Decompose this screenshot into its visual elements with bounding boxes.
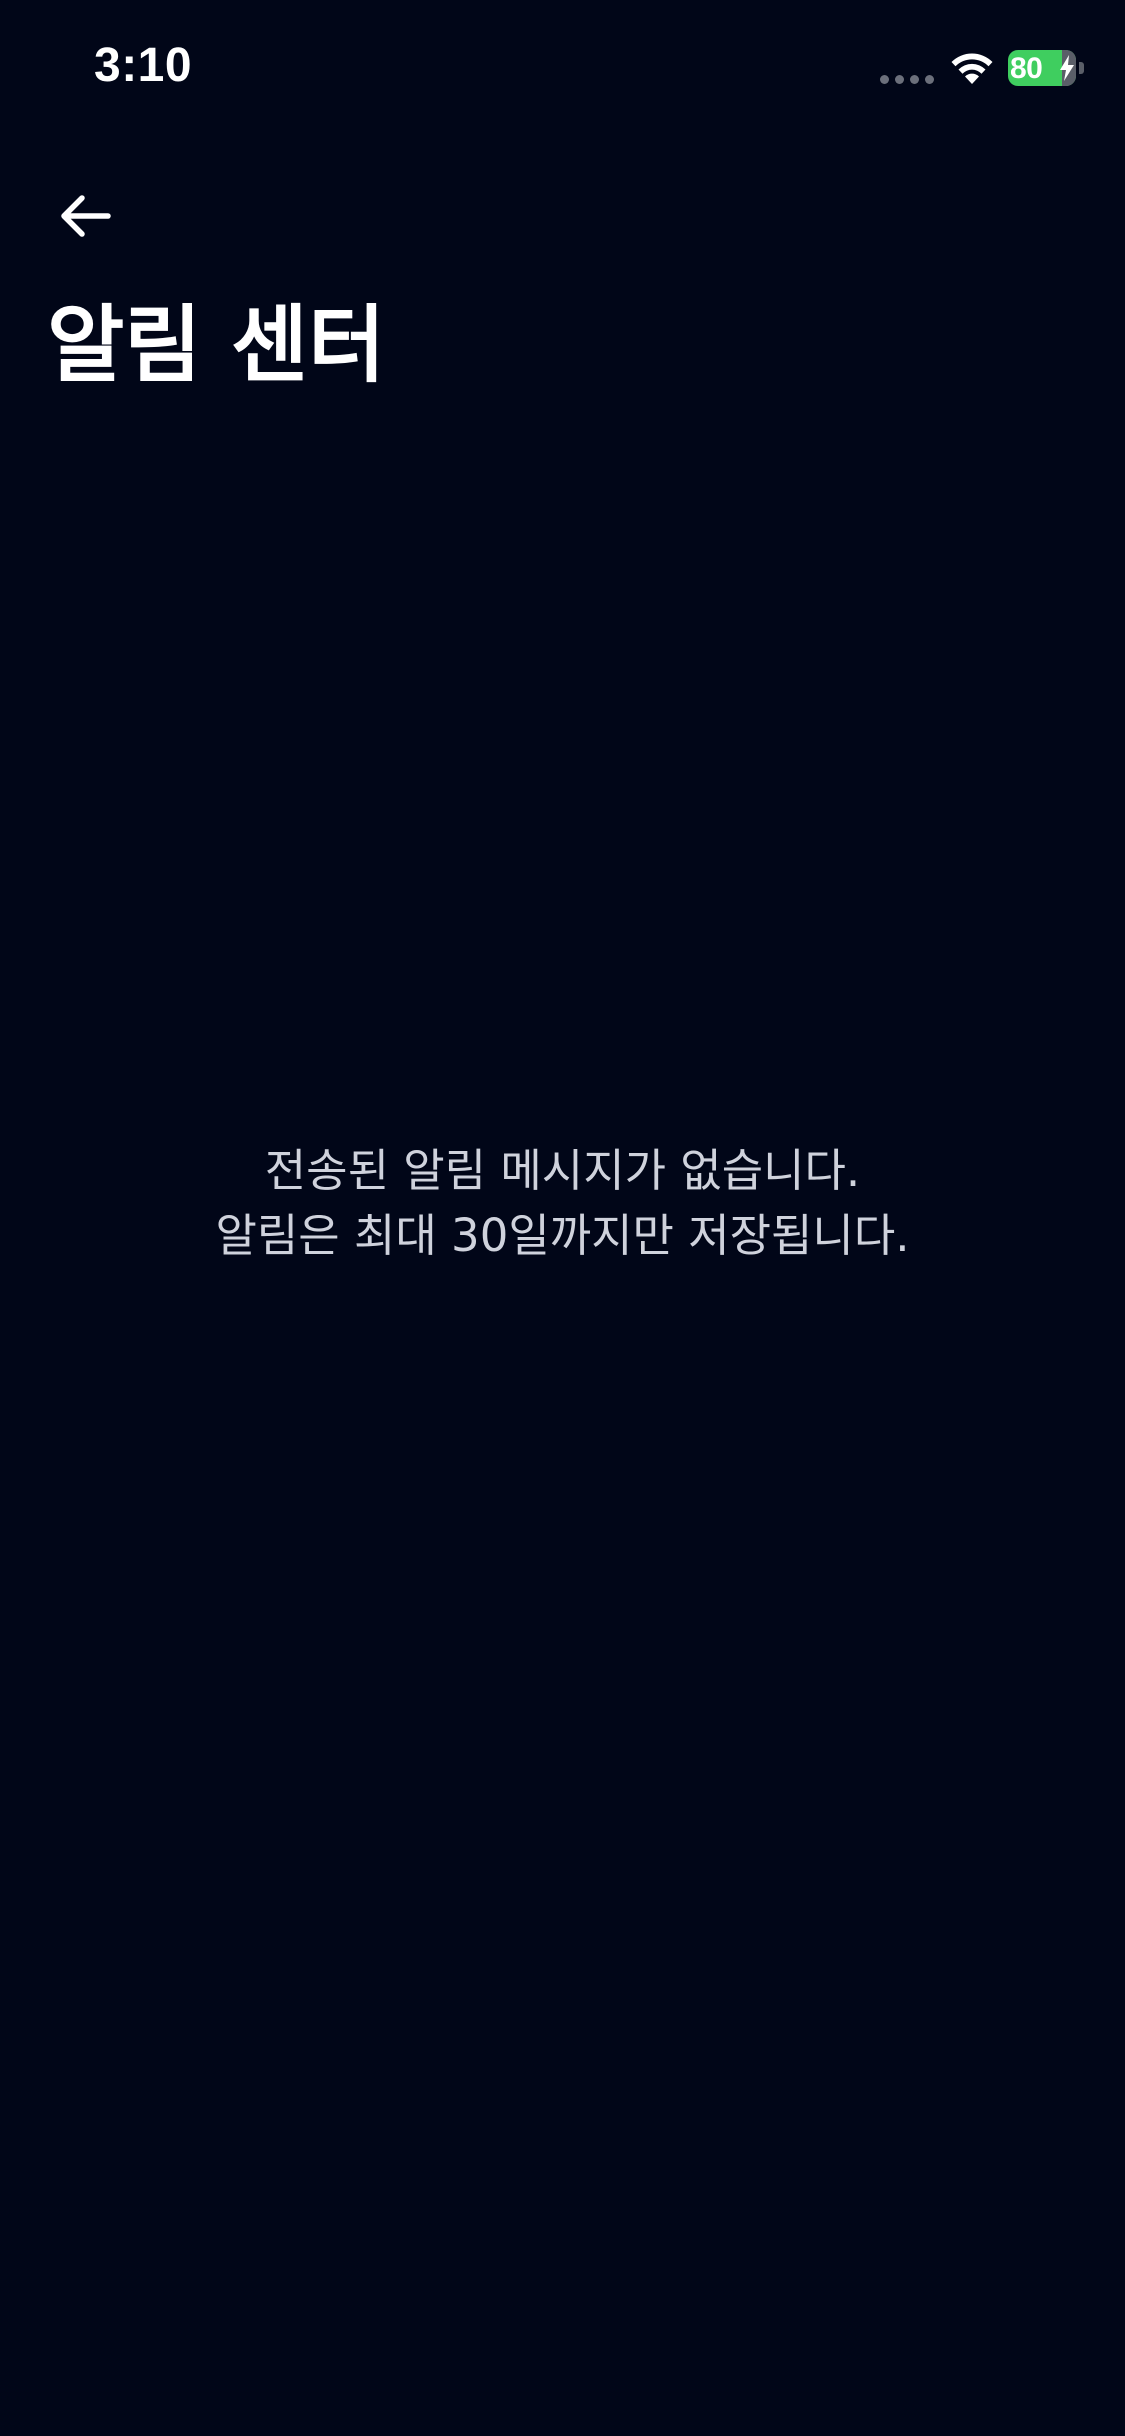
arrow-left-icon bbox=[61, 195, 111, 237]
battery-level-text: 80 bbox=[1010, 52, 1043, 85]
battery-icon: 80 bbox=[1008, 50, 1086, 86]
empty-state-line-1: 전송된 알림 메시지가 없습니다. bbox=[264, 1144, 861, 1197]
signal-dots-icon bbox=[880, 75, 934, 85]
wifi-icon bbox=[951, 53, 993, 84]
page-title: 알림 센터 bbox=[47, 296, 386, 394]
battery-body: 80 bbox=[1008, 50, 1076, 86]
empty-state-message: 전송된 알림 메시지가 없습니다. 알림은 최대 30일까지만 저장됩니다. bbox=[0, 1138, 1125, 1268]
charging-bolt-icon bbox=[1060, 55, 1074, 81]
notification-center-screen: 3:10 80 알림 센터 전송된 알림 메시지가 없습니다. 알림은 최대 3… bbox=[0, 0, 1125, 2436]
status-time: 3:10 bbox=[94, 39, 193, 92]
empty-state-line-2: 알림은 최대 30일까지만 저장됩니다. bbox=[215, 1209, 910, 1262]
battery-cap bbox=[1079, 62, 1084, 74]
back-button[interactable] bbox=[46, 180, 124, 252]
status-bar: 3:10 80 bbox=[0, 0, 1125, 140]
